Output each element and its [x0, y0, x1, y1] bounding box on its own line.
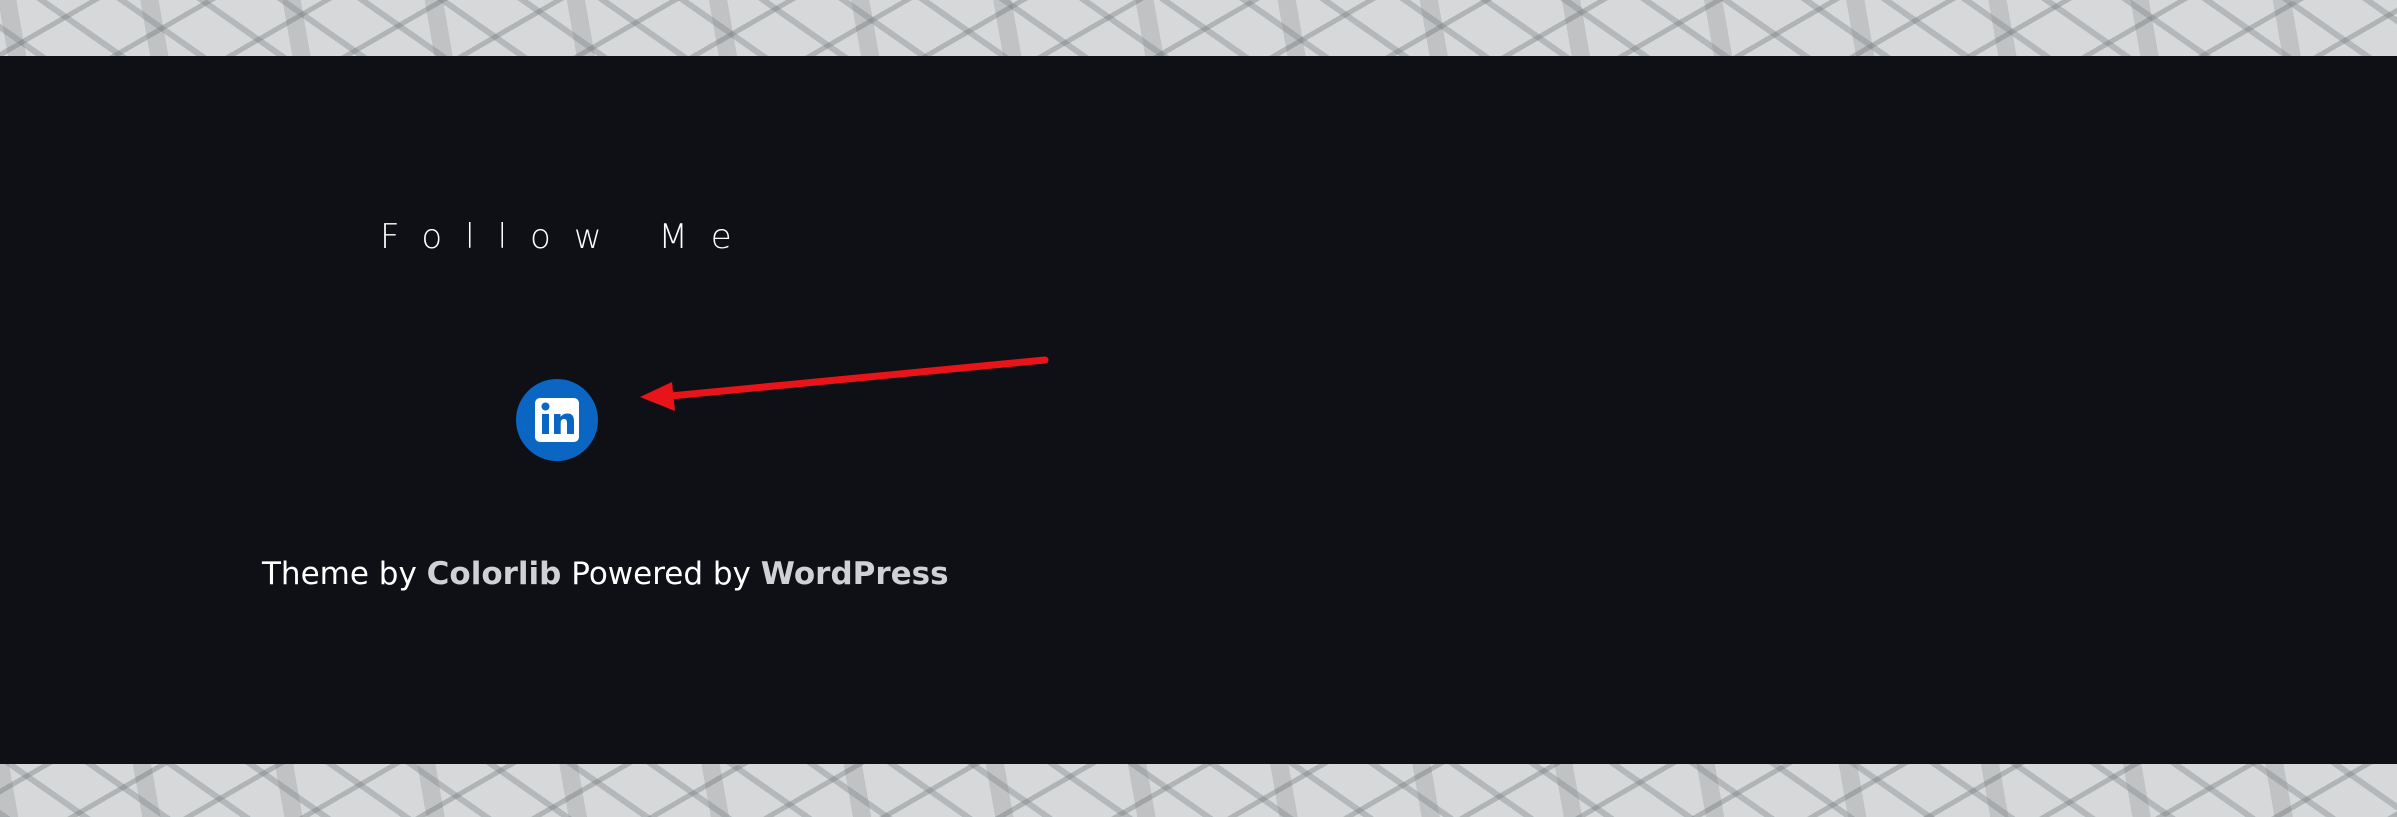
site-footer: Follow Me Theme by Colorlib Powered by W… — [0, 56, 2397, 764]
linkedin-icon — [516, 379, 598, 461]
linkedin-button[interactable] — [516, 379, 598, 461]
wordpress-link[interactable]: WordPress — [761, 556, 949, 592]
footer-credits: Theme by Colorlib Powered by WordPress — [262, 556, 949, 593]
colorlib-link[interactable]: Colorlib — [427, 556, 562, 592]
follow-me-heading: Follow Me — [380, 217, 755, 257]
credits-theme-prefix: Theme by — [262, 556, 427, 592]
credits-powered-prefix: Powered by — [561, 556, 761, 592]
annotation-arrow — [640, 356, 1049, 411]
